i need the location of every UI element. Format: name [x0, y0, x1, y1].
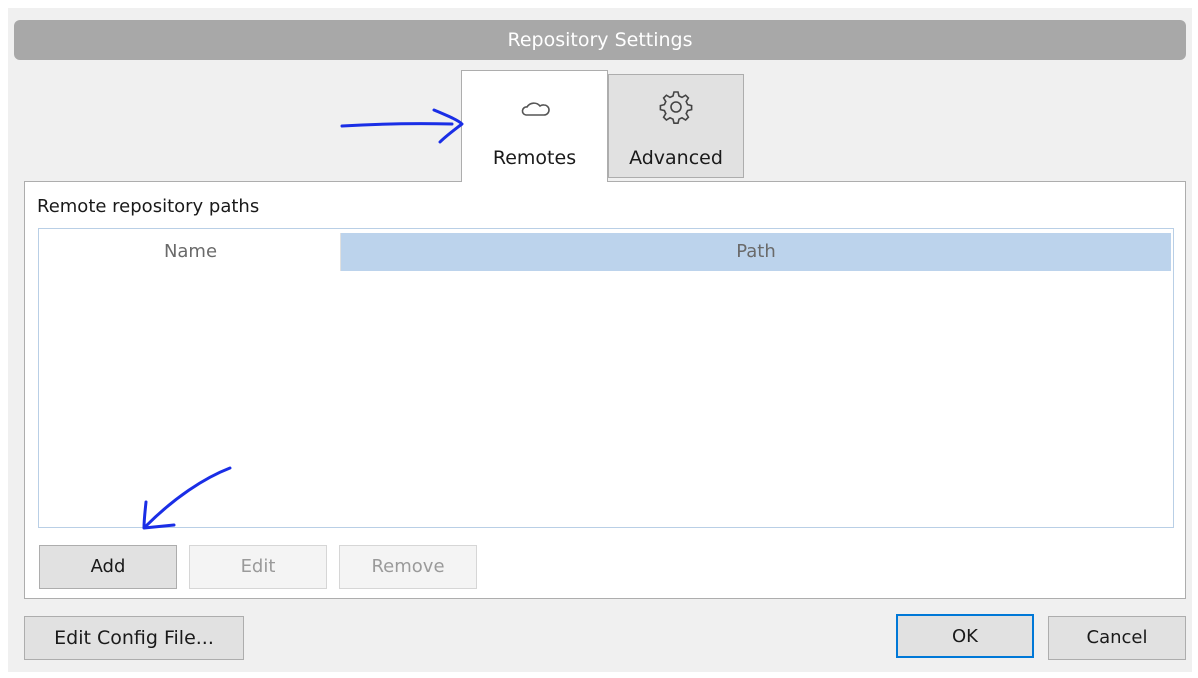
tab-advanced[interactable]: Advanced: [608, 74, 744, 178]
edit-config-file-button[interactable]: Edit Config File...: [24, 616, 244, 660]
remove-button[interactable]: Remove: [339, 545, 477, 589]
tab-advanced-label: Advanced: [629, 147, 723, 169]
column-header-path[interactable]: Path: [341, 233, 1171, 271]
dialog-title: Repository Settings: [507, 29, 693, 51]
remote-paths-list[interactable]: Name Path: [38, 228, 1174, 528]
tab-remotes-label: Remotes: [492, 147, 577, 169]
edit-button[interactable]: Edit: [189, 545, 327, 589]
cancel-button[interactable]: Cancel: [1048, 616, 1186, 660]
section-label: Remote repository paths: [37, 196, 260, 217]
list-header: Name Path: [41, 233, 1171, 271]
ok-button[interactable]: OK: [896, 614, 1034, 658]
column-header-name[interactable]: Name: [41, 233, 341, 271]
add-button[interactable]: Add: [39, 545, 177, 589]
dialog-title-bar: Repository Settings: [14, 20, 1186, 60]
remotes-panel: Remote repository paths Name Path Add Ed…: [24, 181, 1186, 599]
tab-remotes[interactable]: Remotes: [461, 70, 608, 182]
cloud-icon: [521, 102, 550, 116]
gear-icon: [659, 91, 693, 124]
